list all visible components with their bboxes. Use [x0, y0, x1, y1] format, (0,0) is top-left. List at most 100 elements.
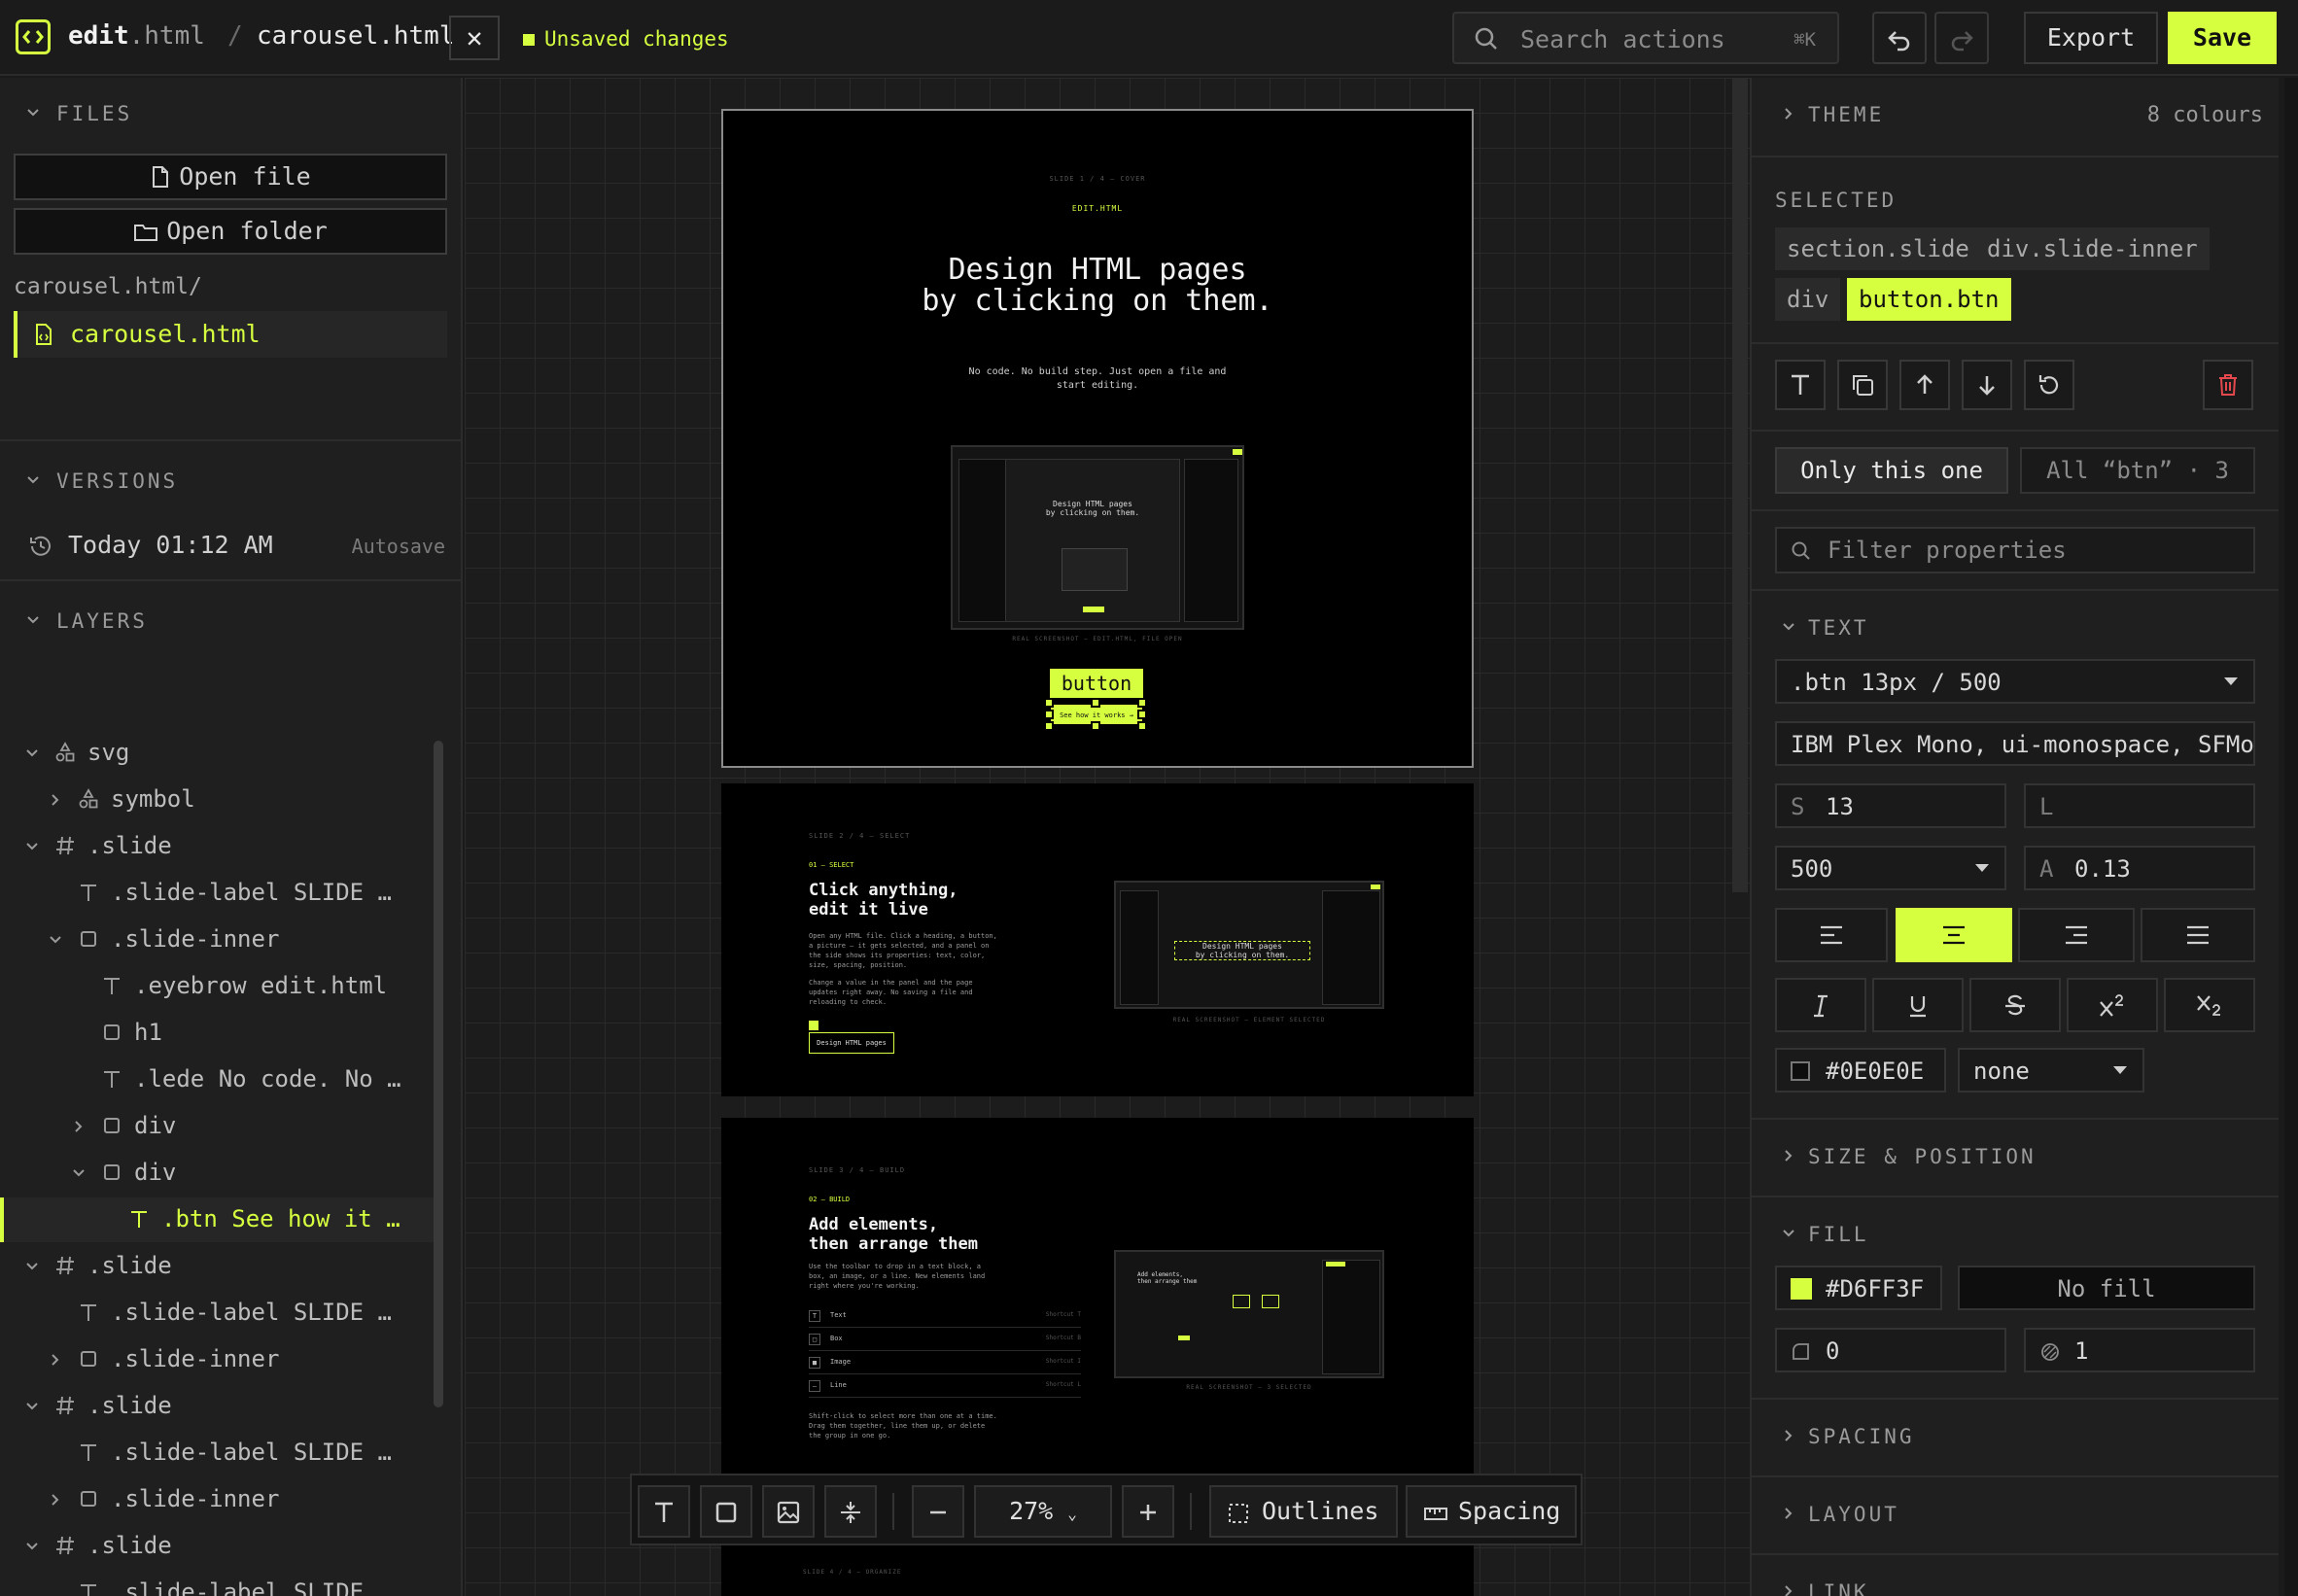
chevron-down-icon[interactable]: [23, 1538, 41, 1555]
align-justify-button[interactable]: [2141, 908, 2255, 962]
align-left-button[interactable]: [1775, 908, 1888, 962]
hero-title[interactable]: Design HTML pages by clicking on them.: [723, 255, 1472, 317]
font-family-input[interactable]: IBM Plex Mono, ui-monospace, SFMono: [1775, 721, 2255, 766]
open-folder-button[interactable]: Open folder: [14, 208, 447, 255]
reset-button[interactable]: [2024, 360, 2074, 410]
chevron-right-icon[interactable]: [47, 1491, 64, 1509]
link-section-header[interactable]: LINK: [1752, 1573, 2279, 1596]
text-style-select[interactable]: .btn 13px / 500: [1775, 659, 2255, 704]
align-right-button[interactable]: [2018, 908, 2135, 962]
canvas-scrollbar[interactable]: [1732, 78, 1748, 892]
font-size-input[interactable]: S 13: [1775, 783, 2006, 828]
duplicate-button[interactable]: [1837, 360, 1888, 410]
close-file-button[interactable]: ✕: [449, 16, 500, 60]
zoom-out-button[interactable]: [912, 1485, 964, 1538]
font-weight-select[interactable]: 500: [1775, 846, 2006, 890]
search-actions-input[interactable]: Search actions ⌘K: [1452, 12, 1839, 64]
spacing-toggle[interactable]: Spacing: [1406, 1485, 1577, 1538]
move-up-button[interactable]: [1899, 360, 1950, 410]
layer-item[interactable]: svg: [0, 731, 434, 776]
layers-scrollbar[interactable]: [434, 741, 443, 1407]
layer-item[interactable]: .slide-label SLIDE …: [0, 1571, 434, 1596]
versions-section-header[interactable]: VERSIONS: [0, 463, 461, 502]
chevron-down-icon[interactable]: [23, 838, 41, 855]
layer-item[interactable]: .slide-inner: [0, 1337, 434, 1382]
breadcrumb-chip[interactable]: section.slide: [1775, 227, 1981, 270]
line-height-input[interactable]: L: [2024, 783, 2255, 828]
underline-button[interactable]: [1872, 978, 1964, 1032]
letter-spacing-input[interactable]: A 0.13: [2024, 846, 2255, 890]
chevron-right-icon[interactable]: [70, 1118, 87, 1135]
layer-item[interactable]: h1: [0, 1011, 434, 1056]
layout-section-header[interactable]: LAYOUT: [1752, 1495, 2279, 1538]
breadcrumb-chip[interactable]: div.slide-inner: [1975, 227, 2210, 270]
text-transform-select[interactable]: none: [1958, 1048, 2144, 1093]
breadcrumb-chip[interactable]: div: [1775, 278, 1841, 321]
theme-section-header[interactable]: THEME 8 colours: [1752, 95, 2279, 138]
zoom-in-button[interactable]: [1122, 1485, 1174, 1538]
slide-select[interactable]: SLIDE 2 / 4 — SELECT 01 — SELECT Click a…: [721, 783, 1474, 1096]
fill-section-header[interactable]: FILL: [1752, 1215, 2279, 1258]
size-position-section-header[interactable]: SIZE & POSITION: [1752, 1137, 2279, 1180]
demo-button[interactable]: Design HTML pages: [809, 1032, 894, 1054]
spacing-section-header[interactable]: SPACING: [1752, 1417, 2279, 1460]
layer-item[interactable]: symbol: [0, 778, 434, 822]
chevron-down-icon[interactable]: [47, 931, 64, 949]
layer-item[interactable]: .slide: [0, 824, 434, 869]
color-swatch[interactable]: [1791, 1061, 1810, 1081]
outlines-toggle[interactable]: Outlines: [1209, 1485, 1398, 1538]
layer-item[interactable]: div: [0, 1151, 434, 1196]
layers-section-header[interactable]: LAYERS: [0, 603, 461, 642]
color-swatch[interactable]: [1791, 1278, 1812, 1300]
chevron-down-icon[interactable]: [23, 1258, 41, 1275]
layer-item[interactable]: .eyebrow edit.html: [0, 964, 434, 1009]
scope-only-this-button[interactable]: Only this one: [1775, 447, 2008, 494]
layer-item[interactable]: .slide: [0, 1384, 434, 1429]
layer-item[interactable]: .slide: [0, 1524, 434, 1569]
scope-all-button[interactable]: All “btn” · 3: [2020, 447, 2255, 494]
chevron-right-icon[interactable]: [47, 1351, 64, 1369]
superscript-button[interactable]: [2067, 978, 2158, 1032]
text-section-header[interactable]: TEXT: [1752, 608, 2279, 651]
edit-text-button[interactable]: [1775, 360, 1826, 410]
panel-scrollbar[interactable]: [2284, 78, 2298, 1596]
slide-title[interactable]: Add elements, then arrange them: [809, 1215, 978, 1254]
add-image-button[interactable]: [762, 1485, 815, 1538]
add-box-button[interactable]: [700, 1485, 752, 1538]
open-file-button[interactable]: Open file: [14, 154, 447, 200]
filter-properties-input[interactable]: Filter properties: [1775, 527, 2255, 573]
chevron-down-icon[interactable]: [23, 745, 41, 762]
opacity-input[interactable]: 1: [2024, 1328, 2255, 1372]
files-section-header[interactable]: FILES: [0, 95, 461, 134]
add-spacer-button[interactable]: [824, 1485, 877, 1538]
undo-button[interactable]: [1872, 12, 1927, 64]
slide-title[interactable]: Click anything, edit it live: [809, 881, 958, 919]
layer-item[interactable]: .btn See how it …: [0, 1197, 434, 1242]
strikethrough-button[interactable]: [1969, 978, 2061, 1032]
text-color-input[interactable]: #0E0E0E: [1775, 1048, 1946, 1093]
align-center-button[interactable]: [1896, 908, 2012, 962]
layer-item[interactable]: .slide-label SLIDE …: [0, 1291, 434, 1336]
subscript-button[interactable]: [2164, 978, 2255, 1032]
layer-item[interactable]: .slide: [0, 1244, 434, 1289]
breadcrumb-chip-active[interactable]: button.btn: [1847, 278, 2011, 321]
slide-cover[interactable]: SLIDE 1 / 4 — COVER EDIT.HTML Design HTM…: [721, 109, 1474, 768]
lede[interactable]: No code. No build step. Just open a file…: [723, 365, 1472, 393]
delete-button[interactable]: [2203, 360, 2253, 410]
chevron-down-icon[interactable]: [70, 1164, 87, 1182]
move-down-button[interactable]: [1962, 360, 2012, 410]
layer-item[interactable]: .slide-label SLIDE …: [0, 871, 434, 916]
file-item-carousel[interactable]: carousel.html: [14, 311, 447, 358]
version-item[interactable]: Today 01:12 AM Autosave: [27, 527, 445, 566]
fill-color-input[interactable]: #D6FF3F: [1775, 1266, 1942, 1310]
zoom-select[interactable]: 27% ⌄: [974, 1485, 1112, 1538]
add-text-button[interactable]: [638, 1485, 690, 1538]
export-button[interactable]: Export: [2024, 12, 2158, 64]
layer-item[interactable]: .slide-inner: [0, 918, 434, 962]
layer-item[interactable]: div: [0, 1104, 434, 1149]
border-radius-input[interactable]: 0: [1775, 1328, 2006, 1372]
chevron-down-icon[interactable]: [23, 1398, 41, 1415]
save-button[interactable]: Save: [2168, 12, 2277, 64]
italic-button[interactable]: [1775, 978, 1866, 1032]
no-fill-button[interactable]: No fill: [1958, 1266, 2255, 1310]
